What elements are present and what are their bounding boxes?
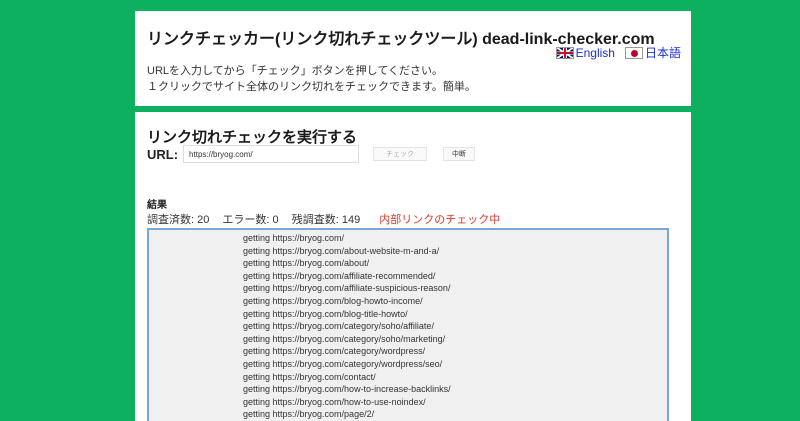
description-line: URLを入力してから「チェック」ボタンを押してください。: [147, 65, 444, 77]
language-english-link[interactable]: English: [555, 45, 615, 60]
log-line: getting https://bryog.com/blog-howto-inc…: [243, 295, 423, 306]
log-line: getting https://bryog.com/about/: [243, 258, 370, 269]
checked-count: 調査済数: 20: [147, 214, 210, 226]
log-line: getting https://bryog.com/how-to-increas…: [243, 384, 451, 395]
log-line: getting https://bryog.com/category/soho/…: [243, 333, 446, 344]
results-stats: 調査済数: 20 エラー数: 0 残調査数: 149 内部リンクのチェック中: [147, 211, 510, 227]
section-title: リンク切れチェックを実行する: [147, 129, 358, 146]
url-label: URL:: [147, 146, 179, 162]
log-line: getting https://bryog.com/category/soho/…: [243, 321, 434, 332]
status-text: 内部リンクのチェック中: [379, 214, 501, 226]
log-line: getting https://bryog.com/: [243, 233, 345, 243]
language-japanese-label: 日本語: [644, 46, 681, 60]
log-line: getting https://bryog.com/page/2/: [243, 409, 375, 420]
language-english-label: English: [575, 45, 615, 60]
header-card: リンクチェッカー(リンク切れチェックツール) dead-link-checker…: [135, 11, 691, 106]
log-line: getting https://bryog.com/affiliate-reco…: [243, 270, 436, 281]
log-line: getting https://bryog.com/how-to-use-noi…: [243, 396, 426, 407]
japan-flag-icon: [624, 46, 643, 59]
log-line: getting https://bryog.com/category/wordp…: [243, 346, 426, 357]
checker-card: リンク切れチェックを実行する URL: チェック 中断 結果 調査済数: 20 …: [135, 112, 691, 421]
language-switcher: English 日本語: [546, 44, 681, 61]
stop-button[interactable]: 中断: [443, 147, 476, 161]
results-heading: 結果: [147, 200, 167, 211]
description: URLを入力してから「チェック」ボタンを押してください。 １クリックでサイト全体…: [147, 63, 476, 95]
check-button[interactable]: チェック: [373, 147, 428, 161]
uk-flag-icon: [555, 46, 574, 59]
log-line: getting https://bryog.com/affiliate-susp…: [243, 283, 451, 294]
remaining-count: 残調査数: 149: [291, 214, 361, 226]
description-line: １クリックでサイト全体のリンク切れをチェックできます。簡単。: [147, 81, 476, 93]
log-line: getting https://bryog.com/category/wordp…: [243, 358, 443, 369]
log-line: getting https://bryog.com/about-website-…: [243, 245, 440, 256]
log-line: getting https://bryog.com/contact/: [243, 371, 376, 382]
url-row: URL: チェック 中断: [147, 145, 476, 163]
language-japanese-link[interactable]: 日本語: [624, 44, 681, 61]
error-count: エラー数: 0: [222, 214, 279, 226]
log-output[interactable]: getting https://bryog.com/getting https:…: [147, 228, 669, 421]
url-input[interactable]: [183, 145, 360, 163]
log-line: getting https://bryog.com/blog-title-how…: [243, 308, 408, 319]
